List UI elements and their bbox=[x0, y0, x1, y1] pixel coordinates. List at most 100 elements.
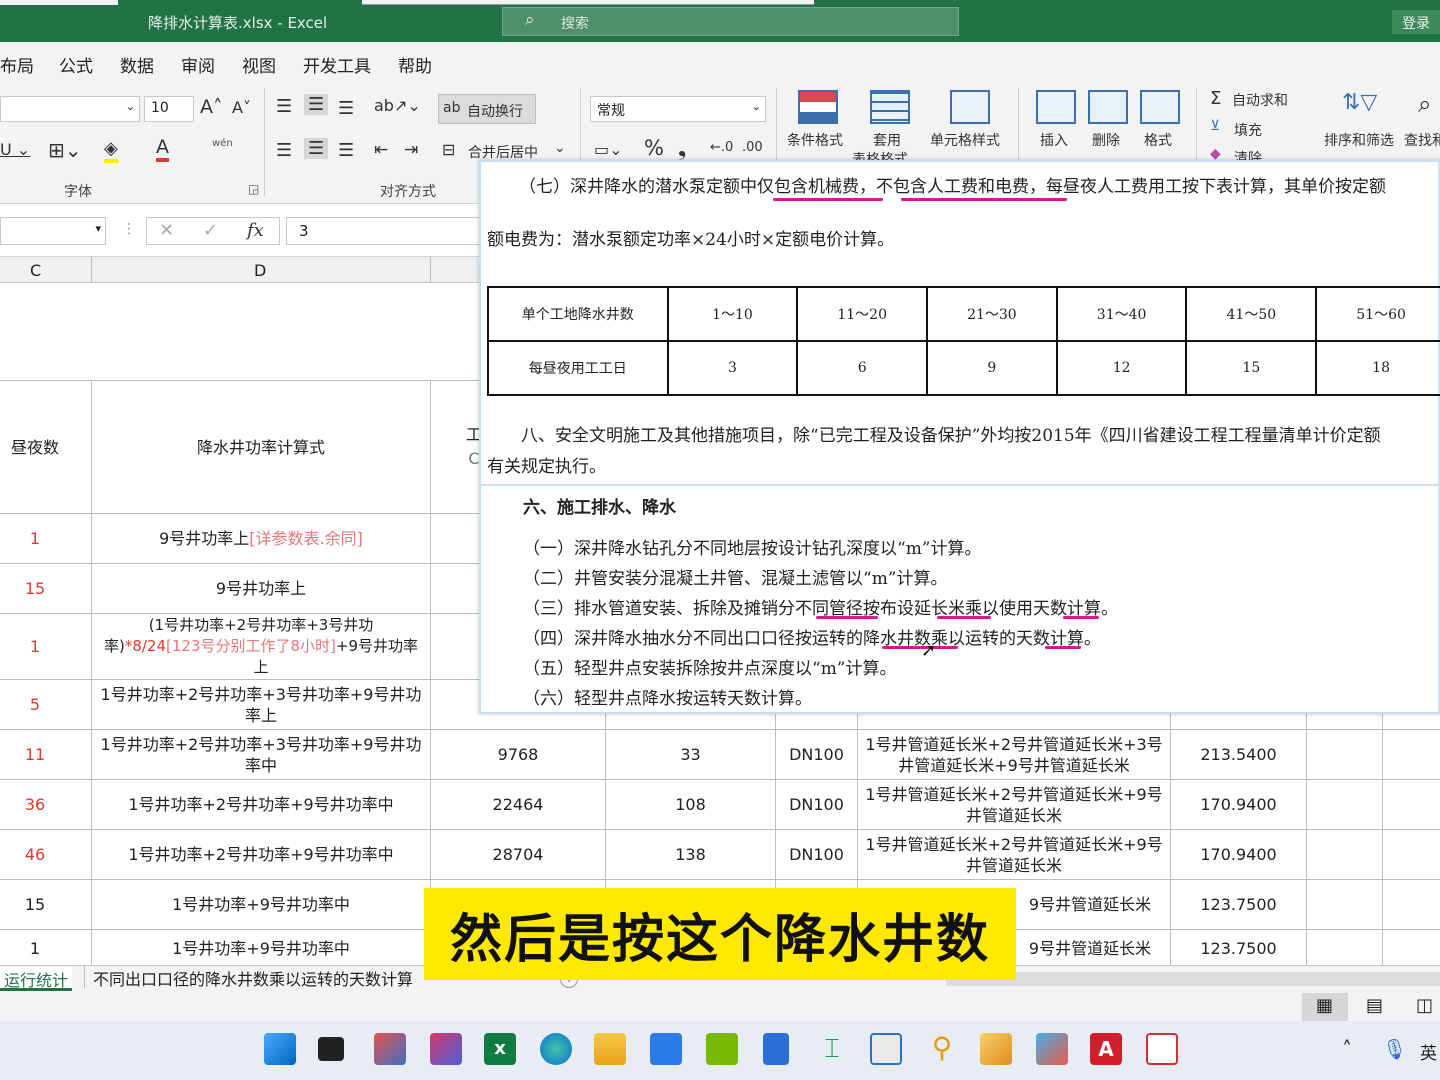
find-icon[interactable]: ⌕ bbox=[1418, 90, 1431, 118]
align-top-icon[interactable]: ☰ bbox=[276, 96, 292, 117]
cell-pipe-length[interactable]: 9号井管道延长米 bbox=[1010, 930, 1170, 965]
cell-styles-icon[interactable] bbox=[950, 90, 990, 124]
orientation-icon[interactable]: ab↗⌄ bbox=[374, 96, 421, 115]
search-box[interactable]: ⌕ 搜索 bbox=[502, 7, 959, 36]
microphone-icon[interactable]: 🎙 bbox=[1382, 1037, 1407, 1061]
tab-help[interactable]: 帮助 bbox=[398, 52, 432, 77]
cell-formula[interactable]: (1号井功率+2号井功率+3号井功 率)*8/24[123号分别工作了8小时]+… bbox=[92, 614, 430, 679]
tab-page-layout[interactable]: 布局 bbox=[0, 52, 34, 77]
align-center-icon[interactable]: ☰ bbox=[304, 138, 329, 159]
cell-days[interactable]: 46 bbox=[0, 830, 70, 879]
wrap-text-button[interactable]: ab 自动换行 bbox=[438, 94, 536, 124]
cell-formula[interactable]: 1号井功率+2号井功率+9号井功率中 bbox=[92, 780, 430, 829]
format-table-label[interactable]: 套用 bbox=[873, 130, 901, 150]
cell-diameter[interactable]: DN100 bbox=[776, 830, 857, 879]
page-layout-view-icon[interactable]: ▤ bbox=[1366, 995, 1383, 1016]
column-header-c[interactable]: C bbox=[30, 261, 41, 280]
autocad-icon[interactable]: A bbox=[1090, 1033, 1122, 1065]
format-table-icon[interactable] bbox=[870, 90, 910, 124]
delete-label[interactable]: 删除 bbox=[1092, 130, 1120, 150]
cell-days[interactable]: 1 bbox=[0, 614, 70, 679]
chevron-up-icon[interactable]: ˄ bbox=[1342, 1037, 1352, 1061]
app-icon[interactable] bbox=[374, 1033, 406, 1065]
cell-power[interactable]: 28704 bbox=[431, 830, 605, 879]
tab-data[interactable]: 数据 bbox=[120, 52, 154, 77]
column-header-d[interactable]: D bbox=[254, 261, 266, 280]
increase-font-icon[interactable]: A˄ bbox=[200, 96, 223, 118]
decrease-font-icon[interactable]: A˅ bbox=[232, 98, 251, 117]
comma-icon[interactable]: ❟ bbox=[678, 136, 686, 161]
cell-workdays[interactable]: 138 bbox=[606, 830, 775, 879]
cell-days[interactable]: 15 bbox=[0, 564, 70, 613]
border-icon[interactable]: ⊞⌄ bbox=[48, 138, 82, 162]
increase-decimal-icon[interactable]: ←.0 bbox=[710, 140, 733, 155]
cell-amount[interactable]: 123.7500 bbox=[1171, 930, 1306, 965]
align-bottom-icon[interactable]: ☰ bbox=[338, 98, 354, 119]
cell-amount[interactable]: 170.9400 bbox=[1171, 830, 1306, 879]
font-name-select[interactable]: ⌄ bbox=[0, 96, 140, 122]
cell-days[interactable]: 1 bbox=[0, 930, 70, 965]
sort-filter-icon[interactable]: ⇅▽ bbox=[1342, 90, 1377, 115]
insert-label[interactable]: 插入 bbox=[1040, 130, 1068, 150]
cell-formula[interactable]: 1号井功率+2号井功率+3号井功率+9号井功 率上 bbox=[92, 680, 430, 729]
accounting-format-icon[interactable]: ▭⌄ bbox=[594, 140, 623, 159]
cell-days[interactable]: 1 bbox=[0, 514, 70, 563]
cell-power[interactable]: 22464 bbox=[431, 780, 605, 829]
cell-amount[interactable]: 213.5400 bbox=[1171, 730, 1306, 779]
start-icon[interactable] bbox=[264, 1033, 296, 1065]
cell-pipe-length[interactable]: 1号井管道延长米+2号井管道延长米+9号 井管道延长米 bbox=[858, 830, 1170, 879]
number-format-select[interactable]: 常规 ⌄ bbox=[590, 96, 766, 122]
tab-review[interactable]: 审阅 bbox=[181, 52, 215, 77]
formula-input[interactable]: 3 bbox=[286, 217, 486, 245]
name-box[interactable]: ▾ bbox=[0, 217, 106, 245]
fill-down-icon[interactable]: ⊻ bbox=[1210, 118, 1220, 134]
tab-view[interactable]: 视图 bbox=[242, 52, 276, 77]
cell-formula[interactable]: 1号井功率+9号井功率中 bbox=[92, 880, 430, 929]
cell-formula[interactable]: 1号井功率+2号井功率+9号井功率中 bbox=[92, 830, 430, 879]
file-explorer-icon[interactable] bbox=[594, 1033, 626, 1065]
find-select-label[interactable]: 查找和 bbox=[1404, 130, 1440, 150]
sigma-icon[interactable]: Σ bbox=[1210, 88, 1221, 109]
align-left-icon[interactable]: ☰ bbox=[276, 140, 292, 161]
login-button[interactable]: 登录 bbox=[1392, 10, 1440, 34]
normal-view-button[interactable]: ▦ bbox=[1302, 993, 1348, 1021]
cell-amount[interactable]: 123.7500 bbox=[1171, 880, 1306, 929]
header-cell-formula[interactable]: 降水井功率计算式 bbox=[92, 381, 430, 513]
align-middle-icon[interactable]: ☰ bbox=[304, 94, 329, 115]
excel-icon[interactable]: x bbox=[484, 1033, 516, 1065]
cell-amount[interactable]: 170.9400 bbox=[1171, 780, 1306, 829]
insert-cells-icon[interactable] bbox=[1036, 90, 1076, 124]
cell-power[interactable]: 9768 bbox=[431, 730, 605, 779]
task-view-icon[interactable] bbox=[318, 1037, 344, 1061]
cell-formula[interactable]: 1号井功率+9号井功率中 bbox=[92, 930, 430, 965]
page-break-view-icon[interactable]: ◫ bbox=[1416, 995, 1433, 1016]
nvidia-icon[interactable] bbox=[706, 1033, 738, 1065]
cell-workdays[interactable]: 33 bbox=[606, 730, 775, 779]
conditional-format-label[interactable]: 条件格式 bbox=[787, 130, 843, 150]
confirm-icon[interactable]: ✓ bbox=[203, 220, 218, 241]
app-icon[interactable] bbox=[650, 1033, 682, 1065]
phonetic-icon[interactable]: wén bbox=[212, 138, 233, 149]
app-icon[interactable] bbox=[980, 1033, 1012, 1065]
app-icon[interactable] bbox=[870, 1033, 902, 1065]
font-color-icon[interactable]: A bbox=[156, 136, 169, 162]
app-icon[interactable] bbox=[1036, 1033, 1068, 1065]
decrease-indent-icon[interactable]: ⇤ bbox=[374, 140, 388, 160]
cell-days[interactable]: 36 bbox=[0, 780, 70, 829]
format-cells-icon[interactable] bbox=[1140, 90, 1180, 124]
conditional-format-icon[interactable] bbox=[798, 90, 838, 124]
format-label[interactable]: 格式 bbox=[1144, 130, 1172, 150]
edge-icon[interactable] bbox=[540, 1033, 572, 1065]
autosum-label[interactable]: 自动求和 bbox=[1232, 90, 1288, 110]
sheet-tab-active[interactable]: 运行统计 bbox=[0, 967, 73, 991]
app-icon[interactable]: ⌶ bbox=[816, 1033, 848, 1065]
cell-styles-label[interactable]: 单元格样式 bbox=[930, 130, 1000, 150]
cell-diameter[interactable]: DN100 bbox=[776, 730, 857, 779]
input-language[interactable]: 英 bbox=[1420, 1039, 1437, 1064]
cell-pipe-length[interactable]: 9号井管道延长米 bbox=[1010, 880, 1170, 929]
tab-formulas[interactable]: 公式 bbox=[59, 52, 93, 77]
horizontal-scrollbar[interactable] bbox=[946, 972, 1440, 986]
app-icon[interactable] bbox=[430, 1033, 462, 1065]
app-icon[interactable] bbox=[1146, 1033, 1178, 1065]
tab-developer[interactable]: 开发工具 bbox=[303, 52, 371, 77]
